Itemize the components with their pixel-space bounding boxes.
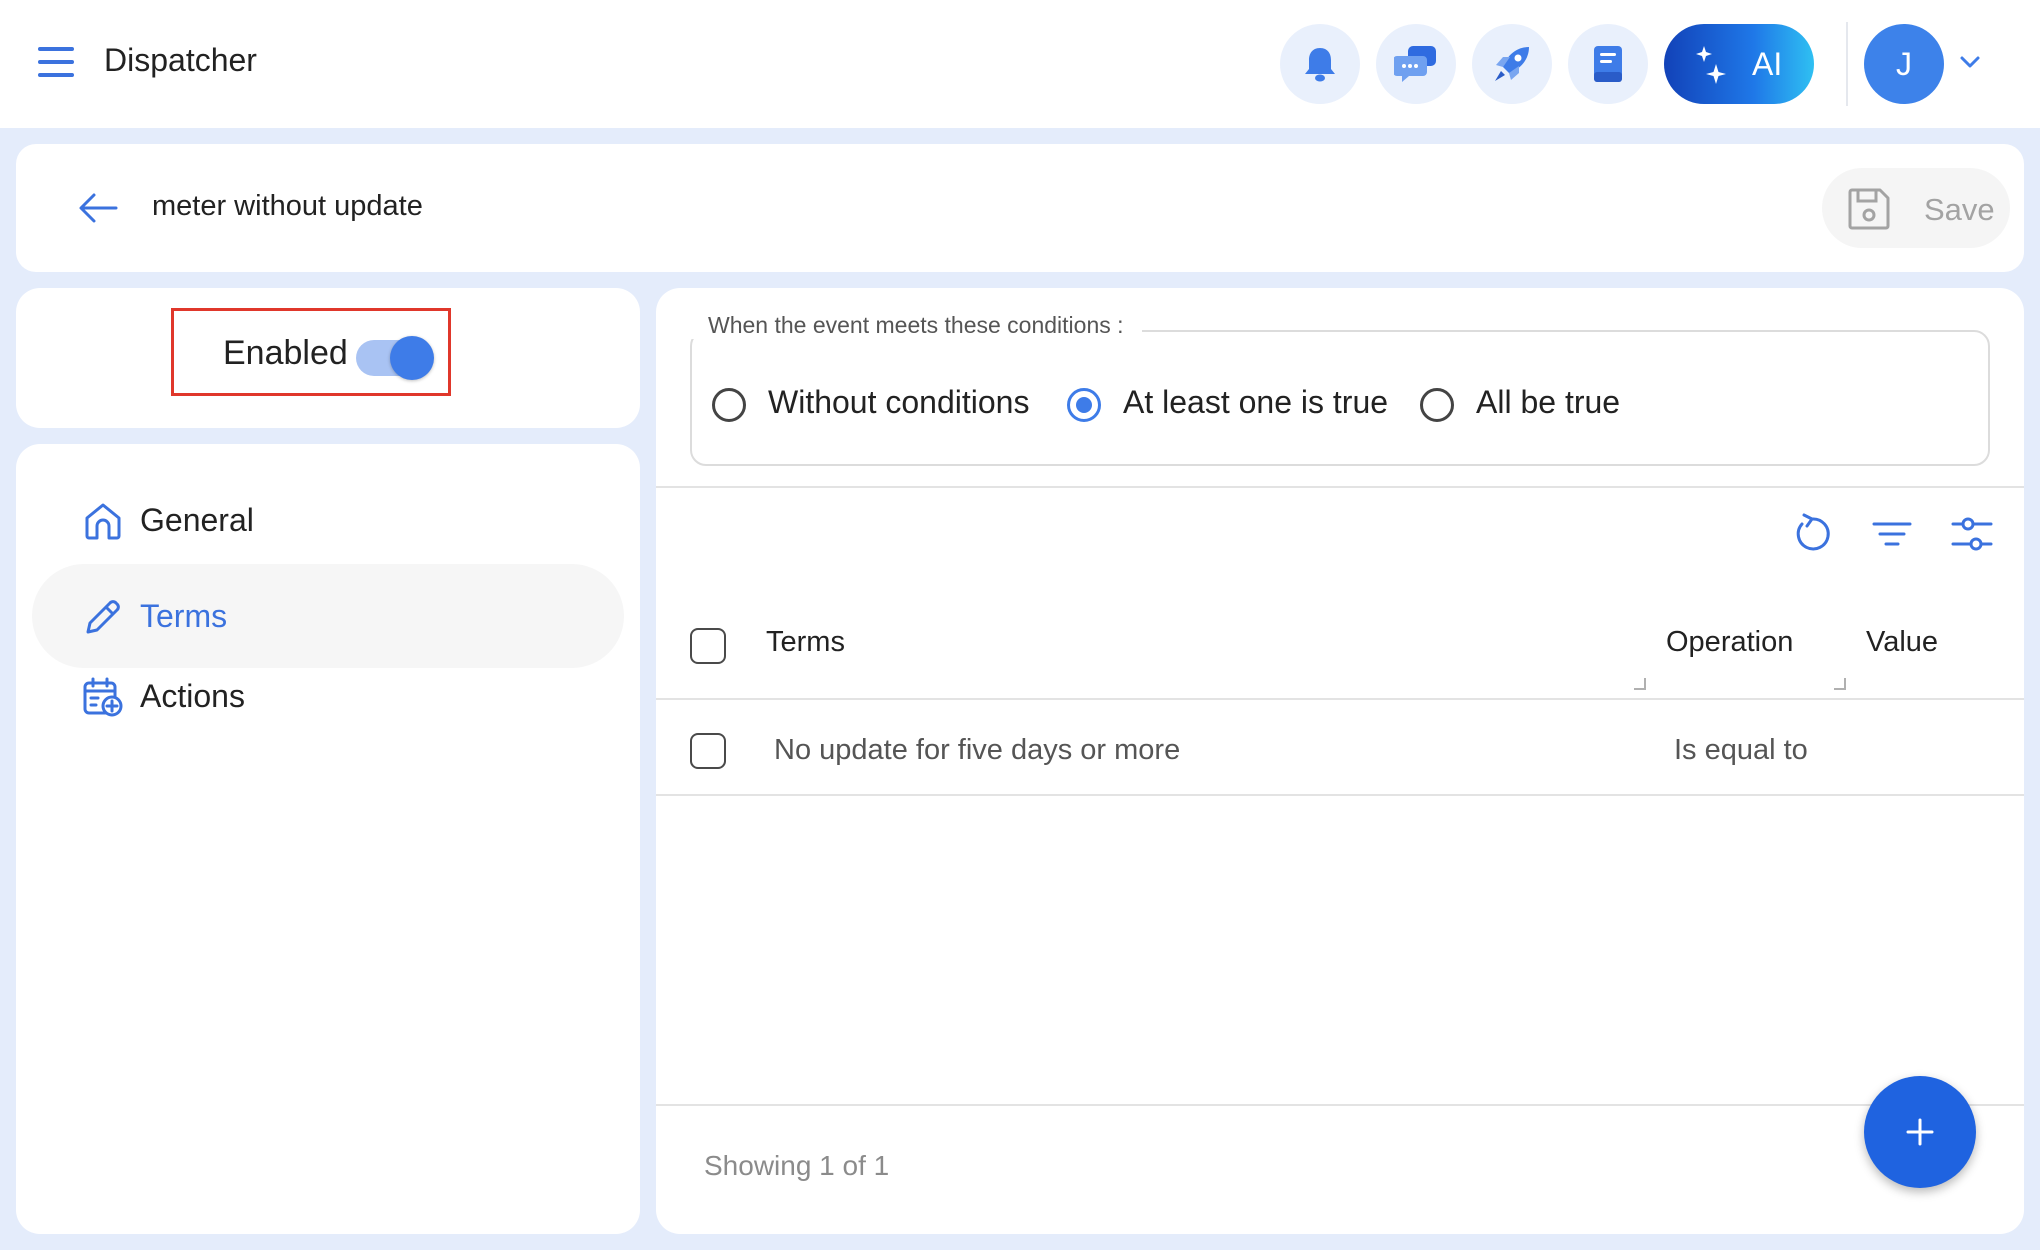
radio-label[interactable]: At least one is true	[1123, 384, 1388, 421]
ai-label: AI	[1752, 46, 1783, 82]
nav-item-label: Actions	[140, 678, 245, 714]
nav-item-label: General	[140, 502, 254, 538]
ai-button[interactable]: AI	[1664, 24, 1814, 104]
chevron-down-icon[interactable]	[1958, 54, 1982, 70]
radio-label[interactable]: Without conditions	[768, 384, 1029, 421]
divider	[656, 1104, 2024, 1106]
pencil-icon	[86, 600, 120, 634]
terms-panel: When the event meets these conditions : …	[656, 288, 2024, 1234]
chat-icon	[1394, 46, 1436, 82]
divider	[656, 698, 2024, 700]
radio-at-least-one[interactable]	[1067, 388, 1101, 422]
column-resize-handle[interactable]	[1834, 678, 1846, 690]
filter-icon[interactable]	[1870, 512, 1914, 556]
header-divider	[1846, 22, 1848, 106]
cell-operation: Is equal to	[1674, 734, 1808, 766]
conditions-legend: When the event meets these conditions :	[690, 312, 1142, 339]
toggle-knob	[390, 336, 434, 380]
save-button[interactable]: Save	[1822, 168, 2010, 248]
plus-icon	[1906, 1118, 1934, 1146]
refresh-icon[interactable]	[1790, 512, 1834, 556]
home-icon	[85, 503, 121, 540]
enabled-label: Enabled	[223, 334, 348, 372]
bell-icon	[1305, 48, 1335, 82]
top-bar: Dispatcher AI J	[0, 0, 2040, 128]
column-header-operation[interactable]: Operation	[1666, 626, 1793, 659]
divider	[656, 794, 2024, 796]
calendar-add-icon	[83, 677, 123, 717]
column-settings-icon[interactable]	[1950, 512, 1994, 556]
title-card: meter without update Save	[16, 144, 2024, 272]
book-icon	[1594, 46, 1622, 82]
radio-without-conditions[interactable]	[712, 388, 746, 422]
save-icon	[1848, 188, 1890, 230]
back-arrow-icon[interactable]	[76, 188, 120, 228]
nav-item-actions[interactable]: Actions	[32, 644, 624, 748]
column-header-terms[interactable]: Terms	[766, 626, 845, 659]
radio-all-be-true[interactable]	[1420, 388, 1454, 422]
enabled-toggle[interactable]	[356, 336, 434, 380]
pagination-info: Showing 1 of 1	[704, 1150, 890, 1181]
side-nav: General Terms Actions	[16, 444, 640, 1234]
add-term-button[interactable]	[1864, 1076, 1976, 1188]
app-title: Dispatcher	[104, 42, 257, 78]
row-checkbox[interactable]	[690, 733, 726, 769]
page-title: meter without update	[152, 190, 423, 222]
docs-button[interactable]	[1568, 24, 1648, 104]
sparkle-icon	[1696, 46, 1726, 84]
messages-button[interactable]	[1376, 24, 1456, 104]
divider	[656, 486, 2024, 488]
select-all-checkbox[interactable]	[690, 628, 726, 664]
notifications-button[interactable]	[1280, 24, 1360, 104]
menu-icon[interactable]	[38, 47, 74, 79]
nav-item-general[interactable]: General	[32, 468, 624, 572]
status-card: Enabled	[16, 288, 640, 428]
avatar[interactable]: J	[1864, 24, 1944, 104]
cell-term: No update for five days or more	[774, 734, 1181, 766]
nav-item-label: Terms	[140, 598, 228, 634]
launch-button[interactable]	[1472, 24, 1552, 104]
rocket-icon	[1495, 47, 1529, 81]
column-resize-handle[interactable]	[1634, 678, 1646, 690]
radio-label[interactable]: All be true	[1476, 384, 1620, 421]
column-header-value[interactable]: Value	[1866, 626, 1938, 659]
save-label: Save	[1924, 192, 1995, 227]
